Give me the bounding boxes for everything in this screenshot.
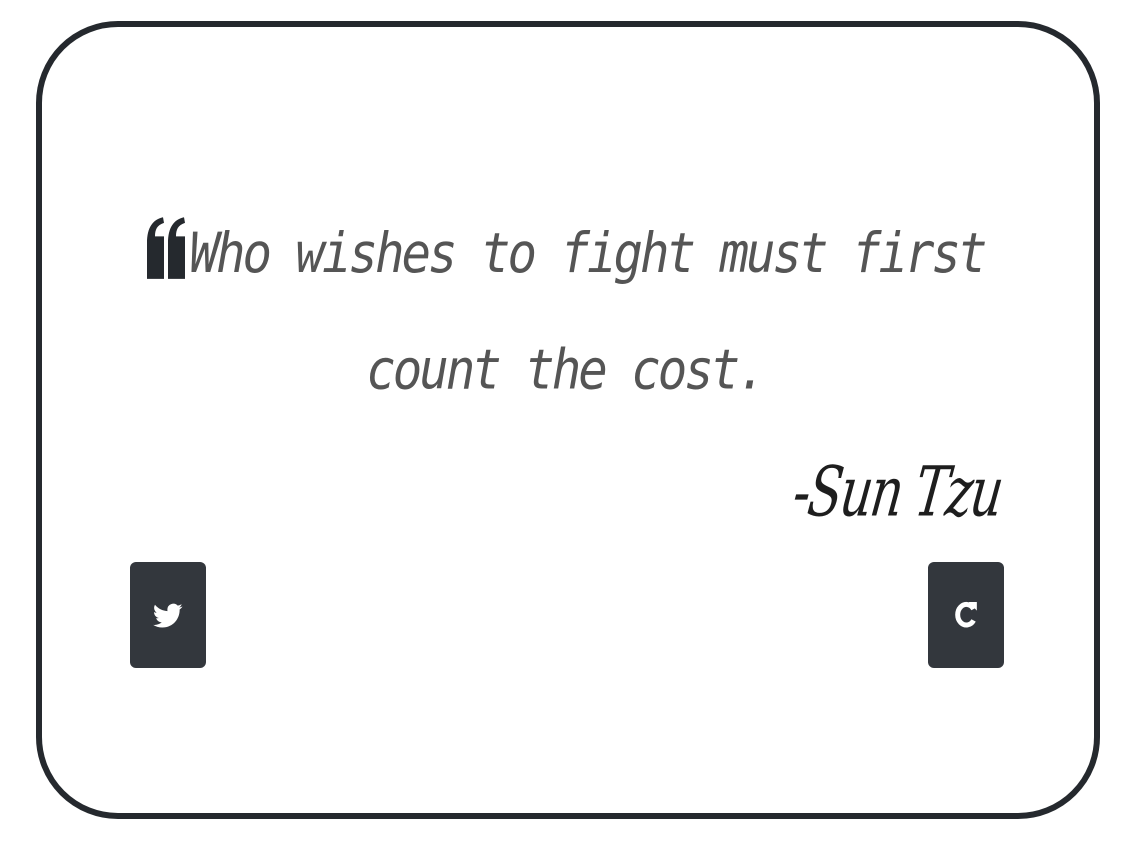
twitter-icon [153, 600, 183, 630]
quote-block: Who wishes to fight must first count the… [140, 196, 990, 429]
quote-text: Who wishes to fight must first count the… [189, 221, 987, 403]
tweet-button[interactable] [130, 562, 206, 668]
new-quote-button[interactable] [928, 562, 1004, 668]
quote-left-icon [145, 205, 187, 279]
refresh-icon [953, 598, 979, 632]
quote-author: -Sun Tzu [788, 452, 1006, 533]
